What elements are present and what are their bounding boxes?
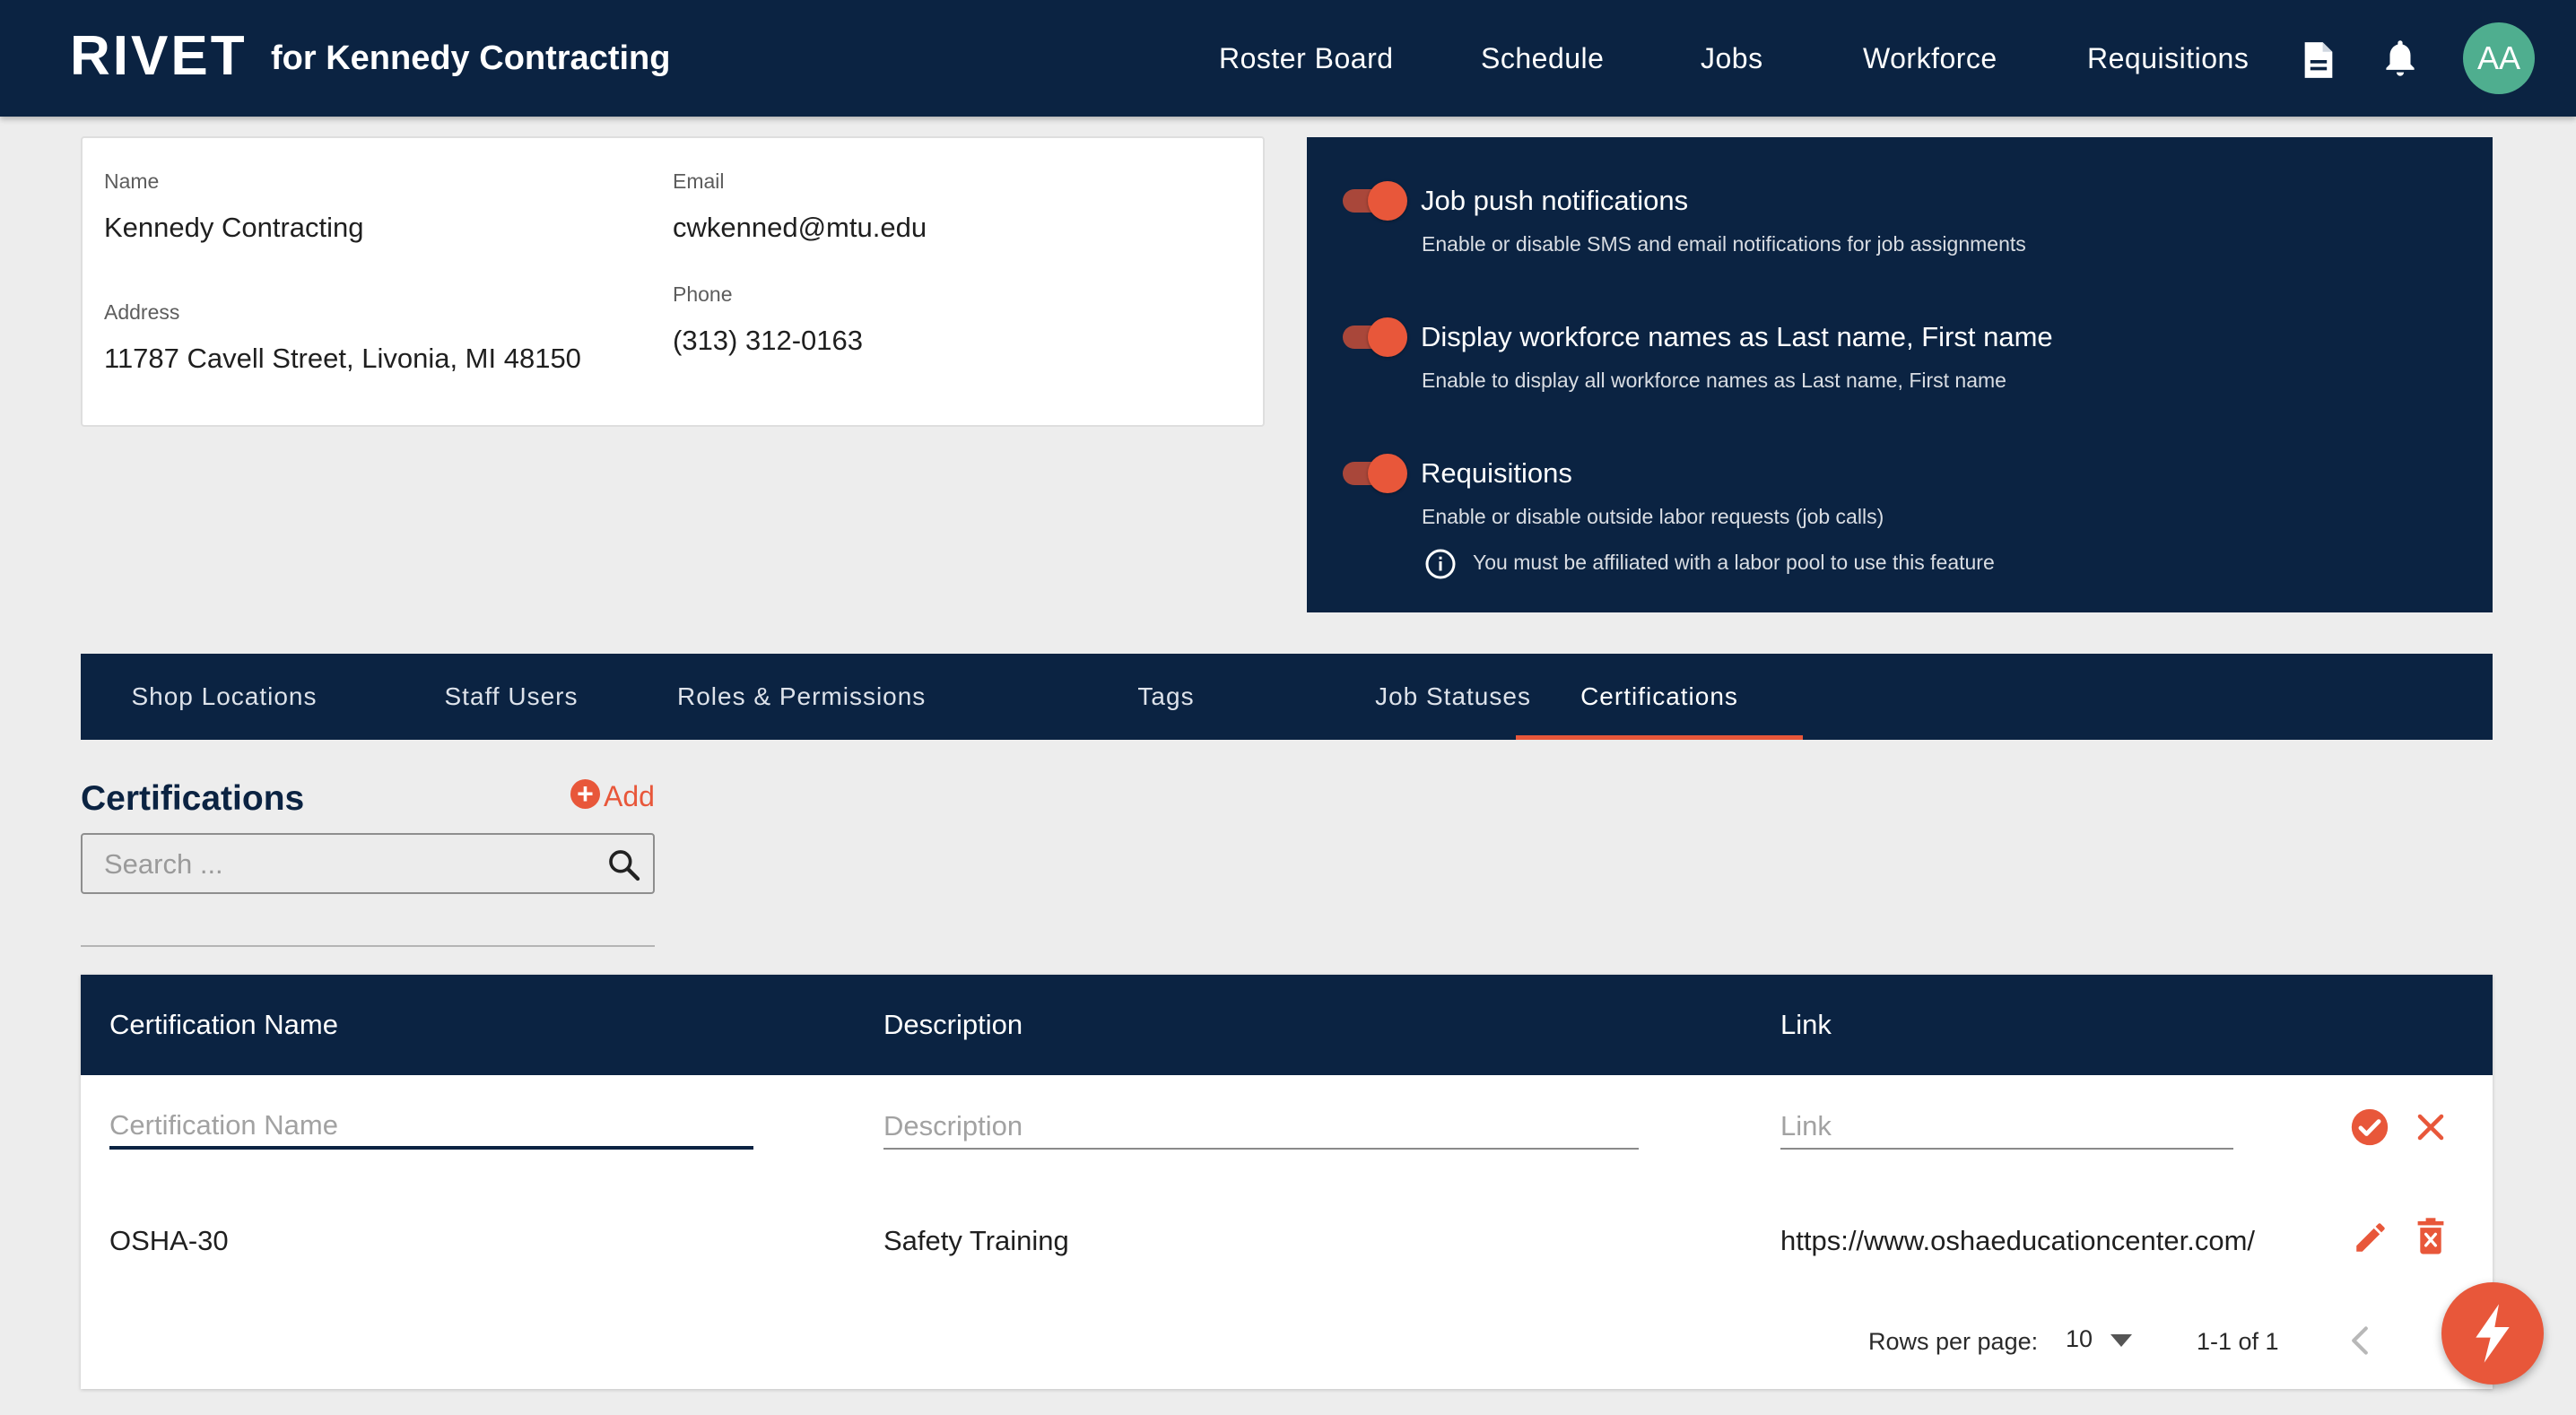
requisitions-description: Enable or disable outside labor requests… — [1422, 505, 1884, 528]
delete-icon[interactable] — [2415, 1217, 2447, 1256]
search-input[interactable] — [104, 844, 588, 885]
nav-requisitions[interactable]: Requisitions — [2087, 36, 2249, 81]
table-header: Certification Name Description Link — [81, 975, 2493, 1075]
requisitions-toggle[interactable] — [1339, 453, 1409, 494]
name-label: Name — [104, 169, 160, 193]
check-circle-icon[interactable] — [2350, 1107, 2389, 1147]
add-circle-icon: + — [570, 779, 600, 809]
add-label: Add — [604, 780, 655, 812]
app-logo[interactable]: RIVET — [70, 23, 248, 90]
rows-per-page-label: Rows per page: — [1868, 1328, 2039, 1355]
rows-per-page-select[interactable]: 10 — [2066, 1321, 2132, 1357]
name-value: Kennedy Contracting — [104, 212, 364, 243]
certifications-title: Certifications — [81, 779, 305, 818]
info-icon — [1425, 549, 1456, 579]
certifications-table: Certification Name Description Link OSHA… — [81, 975, 2493, 1389]
requisitions-note: You must be affiliated with a labor pool… — [1473, 551, 1995, 574]
settings-tabs: Shop Locations Staff Users Roles & Permi… — [81, 654, 2493, 740]
address-label: Address — [104, 300, 180, 324]
bell-icon[interactable] — [2382, 38, 2418, 79]
company-info-card: Name Kennedy Contracting Email cwkenned@… — [81, 136, 1265, 427]
phone-label: Phone — [673, 282, 733, 306]
edit-pencil-icon[interactable] — [2352, 1219, 2389, 1256]
caret-down-icon — [2110, 1333, 2132, 1347]
tab-tags[interactable]: Tags — [1023, 654, 1310, 740]
email-value: cwkenned@mtu.edu — [673, 212, 927, 243]
job-push-notifications-toggle[interactable] — [1339, 180, 1409, 221]
new-link-input[interactable] — [1780, 1105, 2233, 1150]
search-icon[interactable] — [606, 847, 642, 883]
tab-shop-locations[interactable]: Shop Locations — [81, 654, 368, 740]
link-cell[interactable]: https://www.oshaeducationcenter.com/ — [1780, 1221, 2255, 1261]
requisitions-title: Requisitions — [1421, 457, 1572, 489]
email-label: Email — [673, 169, 725, 193]
chevron-left-icon[interactable] — [2350, 1325, 2370, 1356]
user-avatar[interactable]: AA — [2463, 22, 2535, 94]
tab-certifications[interactable]: Certifications — [1516, 654, 1803, 740]
last-first-name-description: Enable to display all workforce names as… — [1422, 369, 2006, 392]
address-value: 11787 Cavell Street, Livonia, MI 48150 — [104, 343, 581, 374]
add-certification-button[interactable]: + Add — [570, 777, 655, 816]
document-icon[interactable] — [2302, 39, 2336, 81]
column-header-certification-name[interactable]: Certification Name — [109, 1005, 338, 1045]
column-header-description[interactable]: Description — [883, 1005, 1023, 1045]
nav-roster-board[interactable]: Roster Board — [1219, 36, 1394, 81]
company-subtitle: for Kennedy Contracting — [271, 39, 671, 77]
column-header-link[interactable]: Link — [1780, 1005, 1832, 1045]
job-push-notifications-description: Enable or disable SMS and email notifica… — [1422, 232, 2026, 256]
tab-staff-users[interactable]: Staff Users — [368, 654, 655, 740]
close-icon[interactable] — [2415, 1111, 2447, 1143]
quick-action-button[interactable] — [2441, 1282, 2544, 1385]
pagination-range: 1-1 of 1 — [2197, 1328, 2279, 1355]
lightning-bolt-icon — [2476, 1304, 2510, 1363]
top-app-bar: RIVET for Kennedy Contracting Roster Boa… — [0, 0, 2576, 117]
phone-value: (313) 312-0163 — [673, 325, 863, 356]
search-field — [81, 833, 655, 894]
settings-panel: Job push notifications Enable or disable… — [1307, 137, 2493, 612]
new-certification-name-input[interactable] — [109, 1105, 753, 1150]
nav-schedule[interactable]: Schedule — [1481, 36, 1604, 81]
new-description-input[interactable] — [883, 1105, 1639, 1150]
last-first-name-toggle[interactable] — [1339, 317, 1409, 358]
last-first-name-title: Display workforce names as Last name, Fi… — [1421, 321, 2053, 352]
job-push-notifications-title: Job push notifications — [1421, 185, 1689, 216]
nav-workforce[interactable]: Workforce — [1863, 36, 1997, 81]
nav-jobs[interactable]: Jobs — [1701, 36, 1763, 81]
rows-per-page-value: 10 — [2066, 1325, 2093, 1352]
description-cell: Safety Training — [883, 1225, 1069, 1256]
active-tab-indicator — [1516, 735, 1803, 740]
certification-name-cell: OSHA-30 — [109, 1225, 229, 1256]
search-divider — [81, 945, 655, 947]
